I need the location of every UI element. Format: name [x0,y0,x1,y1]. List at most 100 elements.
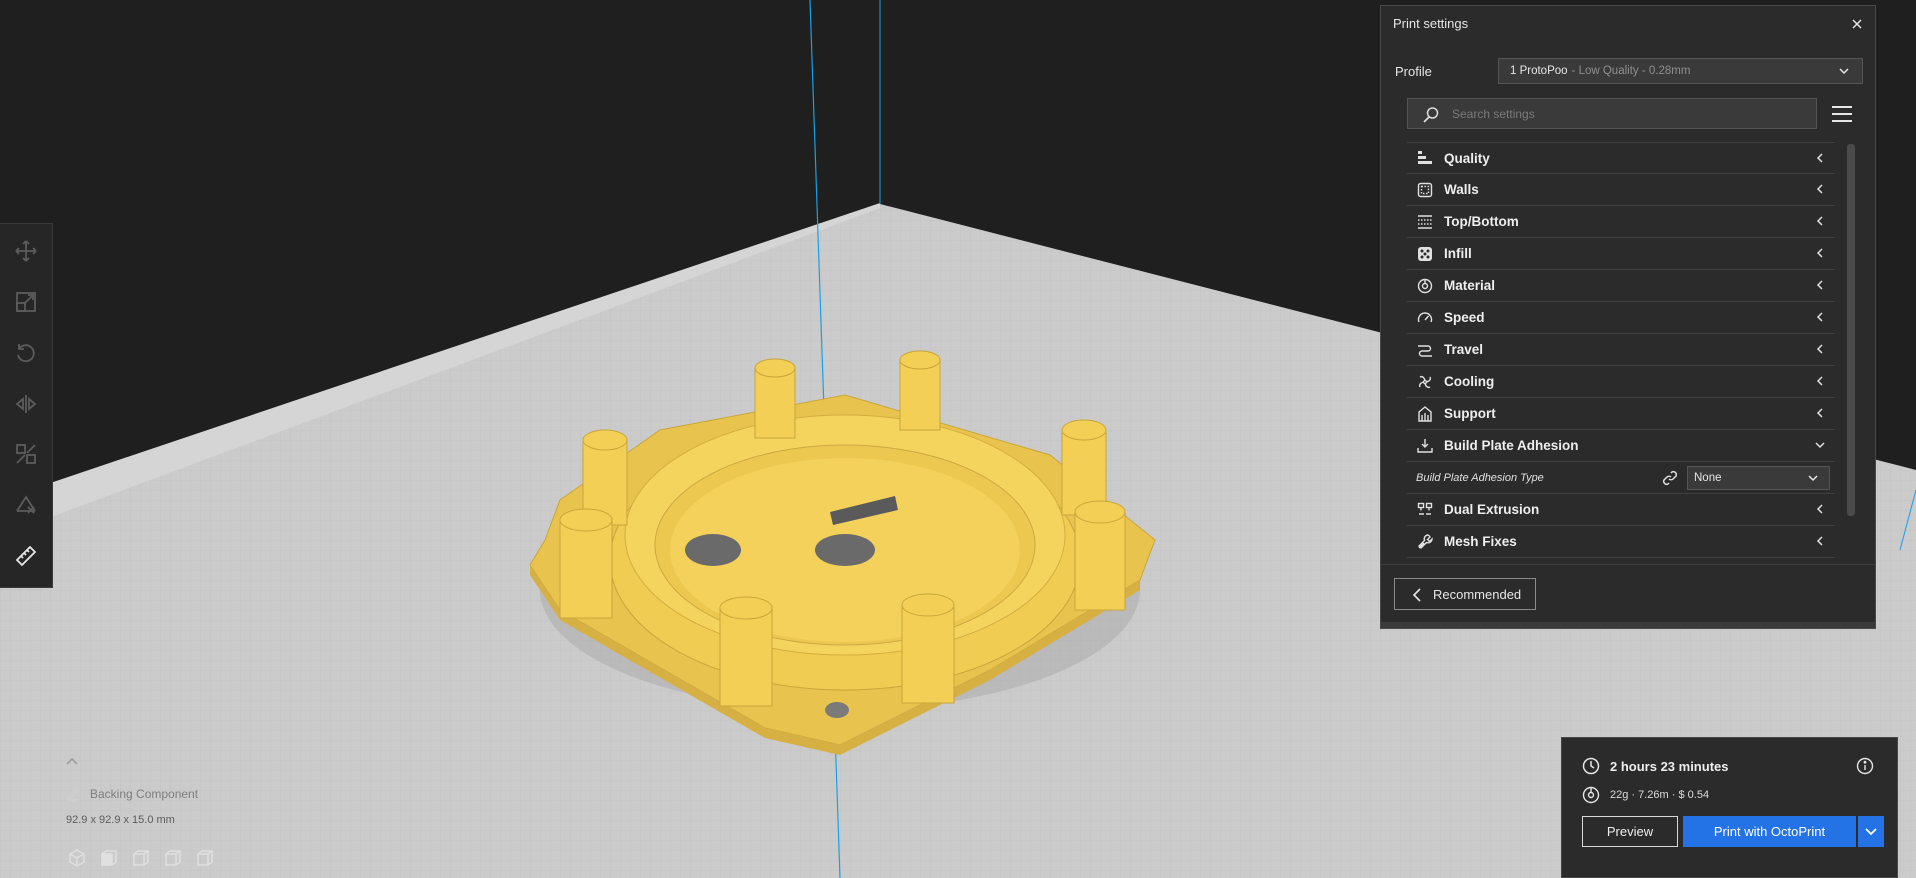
walls-icon [1416,181,1434,199]
category-travel[interactable]: Travel [1407,334,1835,366]
top-bottom-icon [1416,213,1434,231]
search-settings-box [1407,98,1817,129]
setting-label: Build Plate Adhesion Type [1416,471,1544,484]
chevron-down-icon [1808,475,1818,482]
print-action-panel: 2 hours 23 minutes 22g · 7.26m · $ 0.54 … [1561,737,1898,878]
chevron-left-icon [1816,376,1823,386]
chevron-left-icon [1816,312,1823,322]
chevron-down-icon [1839,68,1849,75]
support-blocker-icon [16,495,36,514]
chevron-left-icon [1816,216,1823,226]
profile-dropdown[interactable]: 1 ProtoPoo - Low Quality - 0.28mm [1498,58,1863,84]
category-walls[interactable]: Walls [1407,174,1835,206]
view-3d-button[interactable] [66,847,88,869]
profile-detail: - Low Quality - 0.28mm [1571,65,1691,77]
category-cooling[interactable]: Cooling [1407,366,1835,398]
category-top-bottom[interactable]: Top/Bottom [1407,206,1835,238]
travel-icon [1416,341,1434,359]
category-label: Walls [1444,182,1479,197]
move-tool-button[interactable] [6,232,46,271]
menu-icon [1832,106,1852,122]
category-label: Dual Extrusion [1444,502,1540,517]
setting-build-plate-adhesion-type: Build Plate Adhesion Type None [1407,462,1835,494]
mirror-icon [15,394,37,413]
category-label: Quality [1444,150,1490,166]
ruler-icon [15,545,37,566]
category-dual-extrusion[interactable]: Dual Extrusion [1407,494,1835,526]
cooling-icon [1416,373,1434,391]
chevron-down-icon [1865,827,1877,835]
material-icon [1416,277,1434,295]
category-support[interactable]: Support [1407,398,1835,430]
print-settings-panel: Print settings Profile 1 ProtoPoo - Low … [1380,5,1876,629]
support-icon [1416,405,1434,423]
material-estimate: 22g · 7.26m · $ 0.54 [1610,789,1710,801]
panel-resize-handle[interactable] [1381,622,1875,628]
collapse-object-list-icon[interactable] [66,756,78,768]
view-front-button[interactable] [98,847,120,869]
support-blocker-button[interactable] [6,486,46,525]
object-info: Backing Component 92.9 x 92.9 x 15.0 mm [62,756,362,876]
camera-view-buttons [66,847,216,869]
adhesion-type-value: None [1694,472,1722,484]
profile-name: 1 ProtoPoo [1510,65,1568,77]
view-right-button[interactable] [194,847,216,869]
info-icon[interactable] [1856,757,1874,775]
search-input[interactable] [1452,106,1792,121]
chevron-left-icon [1816,153,1823,163]
measure-tool-button[interactable] [6,536,46,575]
chevron-left-icon [1816,280,1823,290]
print-options-dropdown-button[interactable] [1858,816,1884,847]
preview-button[interactable]: Preview [1582,816,1678,847]
settings-scrollbar[interactable] [1847,144,1855,516]
category-material[interactable]: Material [1407,270,1835,302]
divider [1381,564,1875,565]
print-with-octoprint-button[interactable]: Print with OctoPrint [1683,816,1856,847]
chevron-left-icon [1816,248,1823,258]
close-button[interactable] [1849,16,1865,32]
object-name-row[interactable]: Backing Component [66,787,198,801]
edit-icon [66,788,79,801]
view-left-button[interactable] [162,847,184,869]
category-label: Support [1444,406,1496,421]
settings-category-list: Quality Walls Top/Bottom Infill Material… [1407,142,1835,558]
object-name: Backing Component [90,787,199,801]
category-label: Material [1444,278,1496,293]
close-icon [1852,19,1862,29]
adhesion-type-dropdown[interactable]: None [1687,466,1830,490]
category-label: Travel [1444,342,1484,357]
view-top-icon [133,850,149,866]
recommended-button[interactable]: Recommended [1394,578,1536,610]
settings-visibility-menu-button[interactable] [1830,102,1854,126]
view-front-icon [101,850,117,866]
category-infill[interactable]: Infill [1407,238,1835,270]
build-plate-adhesion-icon [1416,437,1434,455]
category-mesh-fixes[interactable]: Mesh Fixes [1407,526,1835,558]
view-top-button[interactable] [130,847,152,869]
category-label: Mesh Fixes [1444,534,1517,549]
category-label: Cooling [1444,374,1495,389]
print-time-row: 2 hours 23 minutes [1582,757,1728,775]
category-label: Top/Bottom [1444,214,1519,229]
dual-extrusion-icon [1416,501,1434,519]
per-model-settings-icon [16,444,36,465]
category-build-plate-adhesion[interactable]: Build Plate Adhesion [1407,430,1835,462]
category-label: Speed [1444,310,1485,325]
scale-tool-button[interactable] [6,283,46,322]
chevron-left-icon [1816,344,1823,354]
category-quality[interactable]: Quality [1407,142,1835,174]
spool-icon [1582,786,1600,804]
cube-3d-icon [69,849,85,867]
link-icon[interactable] [1662,470,1678,486]
chevron-left-icon [1816,504,1823,514]
chevron-left-icon [1816,536,1823,546]
chevron-left-icon [1816,184,1823,194]
category-speed[interactable]: Speed [1407,302,1835,334]
chevron-left-icon [1412,588,1421,602]
rotate-tool-button[interactable] [6,333,46,372]
move-icon [15,240,37,262]
mirror-tool-button[interactable] [6,384,46,423]
per-model-settings-button[interactable] [6,435,46,474]
chevron-left-icon [1816,408,1823,418]
category-label: Build Plate Adhesion [1444,438,1579,453]
